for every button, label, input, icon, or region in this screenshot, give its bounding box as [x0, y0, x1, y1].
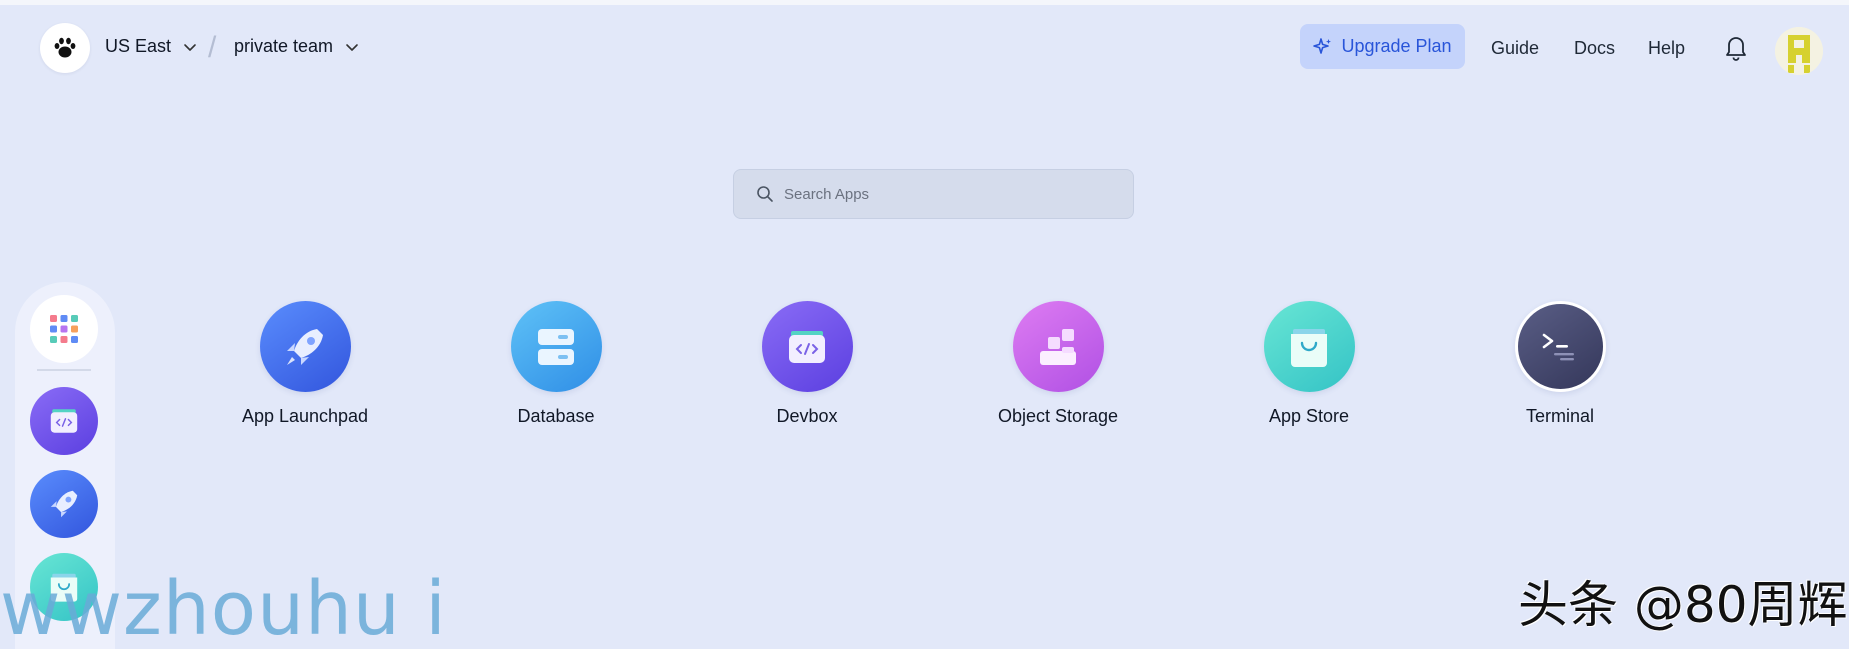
app-grid-icon [50, 315, 78, 343]
watermark-right: 头条 @80周辉 [1518, 576, 1848, 634]
app-label: Database [517, 406, 595, 426]
app-label: Devbox [776, 406, 838, 426]
sparkle-icon [1313, 37, 1332, 54]
breadcrumb-separator: / [208, 31, 217, 64]
team-label: private team [234, 36, 334, 56]
database-icon [510, 301, 602, 392]
bell-icon[interactable] [1724, 33, 1748, 61]
search-input[interactable]: Search Apps [784, 186, 869, 203]
search-icon [757, 186, 773, 202]
shopping-bag-icon [1263, 301, 1355, 392]
dock-separator [37, 369, 91, 371]
app-store-tile[interactable]: App Store [1199, 301, 1419, 427]
devbox-tile[interactable]: Devbox [697, 301, 917, 427]
object-storage-tile[interactable]: Object Storage [948, 301, 1168, 427]
database-tile[interactable]: Database [446, 301, 666, 427]
guide-link[interactable]: Guide [1491, 38, 1539, 59]
app-label: Object Storage [997, 406, 1119, 426]
avatar[interactable] [1775, 27, 1823, 75]
app-label: App Launchpad [241, 406, 369, 426]
avatar-pixel-icon [1775, 27, 1823, 75]
terminal-icon [1514, 301, 1606, 392]
devbox-code-icon [50, 409, 78, 433]
upgrade-plan-label: Upgrade Plan [1341, 36, 1452, 56]
dock-app-grid-button[interactable] [30, 295, 98, 363]
object-storage-icon [1012, 301, 1104, 392]
dock-launchpad-button[interactable] [30, 470, 98, 538]
region-label: US East [105, 36, 172, 56]
help-link[interactable]: Help [1648, 38, 1685, 59]
app-launchpad-tile[interactable]: App Launchpad [195, 301, 415, 427]
app-label: Terminal [1525, 406, 1595, 426]
upgrade-plan-button[interactable]: Upgrade Plan [1300, 24, 1465, 69]
watermark-left: wwzhouhu i [0, 566, 447, 649]
rocket-icon [259, 301, 351, 392]
devbox-code-icon [761, 301, 853, 392]
terminal-tile[interactable]: Terminal [1450, 301, 1670, 427]
chevron-down-icon [346, 43, 358, 51]
region-selector[interactable]: US East [105, 36, 197, 57]
search-bar[interactable]: Search Apps [733, 169, 1134, 219]
paw-icon [54, 37, 76, 58]
top-bar: US East / private team Upgrade Plan Guid… [0, 5, 1849, 93]
team-selector[interactable]: private team [234, 36, 359, 57]
logo[interactable] [40, 23, 90, 73]
docs-link[interactable]: Docs [1574, 38, 1615, 59]
chevron-down-icon [184, 43, 196, 51]
rocket-icon [50, 490, 78, 518]
dock-devbox-button[interactable] [30, 387, 98, 455]
app-label: App Store [1268, 406, 1350, 426]
